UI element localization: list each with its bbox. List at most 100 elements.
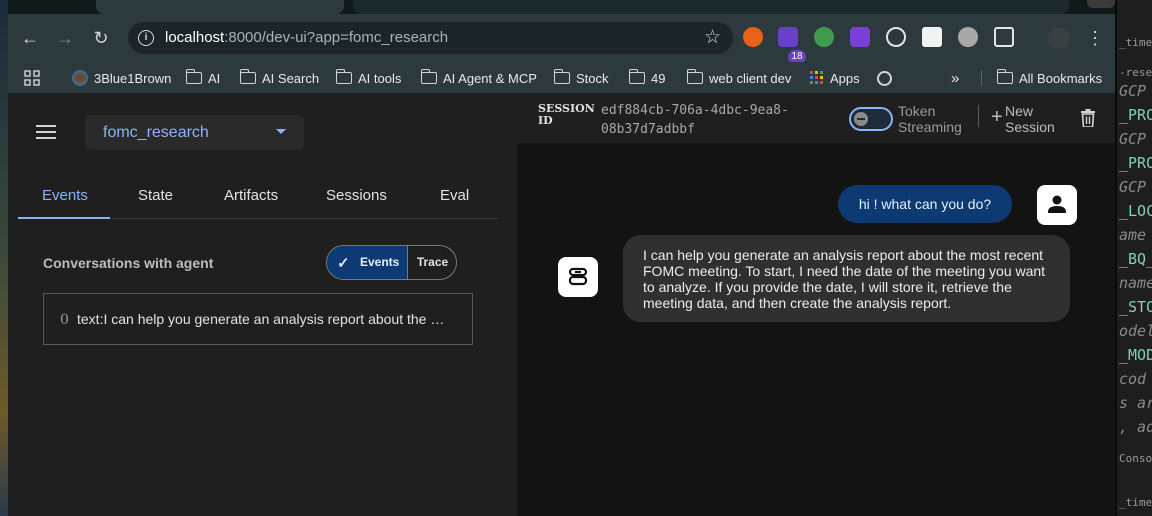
tab-events[interactable]: Events <box>42 187 88 204</box>
bookmark-folder-ai[interactable]: AI <box>185 68 221 88</box>
editor-code-line: GCP <box>1119 82 1147 100</box>
bookmark-label: Stock <box>576 70 609 86</box>
extensions-puzzle-icon[interactable] <box>994 27 1014 47</box>
bookmark-label: 3Blue1Brown <box>94 70 172 86</box>
globe-icon[interactable] <box>877 68 892 88</box>
tab-sessions[interactable]: Sessions <box>326 187 387 204</box>
robot-icon <box>568 267 588 286</box>
conversations-heading: Conversations with agent <box>43 255 214 271</box>
side-panel: fomc_research Events State Artifacts Ses… <box>8 95 517 516</box>
react-devtools-icon[interactable] <box>886 27 906 47</box>
reload-icon[interactable]: ↻ <box>89 26 113 50</box>
bookmarks-overflow-button[interactable]: » <box>951 68 959 88</box>
editor-code-line: name <box>1119 274 1152 292</box>
extension-icon[interactable] <box>743 27 763 47</box>
events-toggle-button[interactable]: ✓ Events <box>327 246 407 279</box>
desktop-wallpaper <box>0 0 8 516</box>
editor-code-line: _MOD <box>1119 346 1152 364</box>
folder-icon <box>420 69 437 84</box>
tab-groups-icon[interactable] <box>24 68 40 88</box>
forward-icon[interactable]: → <box>53 26 77 50</box>
bookmark-folder-ai-agent-mcp[interactable]: AI Agent & MCP <box>420 68 537 88</box>
editor-code-line: _LOC <box>1119 202 1152 220</box>
delete-icon[interactable] <box>1080 109 1096 127</box>
bookmarks-bar: 3Blue1Brown AI AI Search AI tools AI Age… <box>8 62 1115 94</box>
bookmark-star-icon[interactable]: ☆ <box>704 26 721 49</box>
header-divider <box>978 105 979 127</box>
all-bookmarks-folder[interactable]: All Bookmarks <box>996 68 1102 88</box>
folder-icon <box>335 69 352 84</box>
editor-code-line: -resea <box>1119 66 1152 79</box>
extension-icon[interactable] <box>778 27 798 47</box>
toggle-knob <box>854 112 868 126</box>
site-info-icon[interactable]: i <box>138 30 154 46</box>
browser-menu-icon[interactable]: ⋮ <box>1083 26 1107 50</box>
editor-code-line: s ar <box>1119 394 1152 412</box>
editor-code-line: , ad <box>1119 418 1152 436</box>
window-control[interactable] <box>1087 0 1115 8</box>
tab-state[interactable]: State <box>138 187 173 204</box>
extension-icon[interactable] <box>958 27 978 47</box>
check-icon: ✓ <box>337 255 350 272</box>
bookmarks-divider <box>981 70 982 86</box>
events-toggle-label: Events <box>360 255 400 269</box>
bookmark-label: 49 <box>651 70 666 86</box>
browser-tab[interactable] <box>353 0 1069 14</box>
bookmark-apps[interactable]: Apps <box>810 68 860 88</box>
editor-code-line: _time <box>1119 496 1152 509</box>
menu-icon[interactable] <box>36 125 56 139</box>
bookmark-folder-ai-tools[interactable]: AI tools <box>335 68 402 88</box>
profile-avatar[interactable] <box>1048 27 1070 49</box>
extension-icon[interactable] <box>922 27 942 47</box>
token-streaming-label: Token Streaming <box>898 103 962 135</box>
bookmark-folder-stock[interactable]: Stock <box>553 68 609 88</box>
url-text[interactable]: localhost:8000/dev-ui?app=fomc_research <box>165 29 448 46</box>
bookmark-folder-49[interactable]: 49 <box>628 68 666 88</box>
browser-tab-active[interactable] <box>96 0 344 14</box>
bookmark-label: web client dev <box>709 70 792 86</box>
bookmark-label: AI tools <box>358 70 402 86</box>
extension-icon[interactable] <box>850 27 870 47</box>
editor-code-line: _times <box>1119 36 1152 49</box>
app-select-value: fomc_research <box>103 124 209 141</box>
folder-icon <box>185 69 202 84</box>
editor-code-line: ame <box>1119 226 1147 244</box>
bookmark-folder-ai-search[interactable]: AI Search <box>239 68 320 88</box>
token-streaming-toggle[interactable] <box>849 107 893 131</box>
side-panel-tabs: Events State Artifacts Sessions Eval <box>18 175 498 219</box>
editor-code-line: cod <box>1119 370 1147 388</box>
bookmark-label: Apps <box>830 70 860 86</box>
tab-strip <box>8 0 1115 14</box>
tab-eval[interactable]: Eval <box>440 187 469 204</box>
session-id-value: edf884cb-706a-4dbc-9ea8-08b37d7adbbf <box>601 103 789 137</box>
bookmark-label: AI <box>208 70 221 86</box>
back-icon[interactable]: ← <box>18 26 42 50</box>
trace-toggle-button[interactable]: Trace <box>407 246 456 279</box>
extension-icon[interactable] <box>814 27 834 47</box>
url-host: localhost <box>165 29 225 46</box>
event-index: 0 <box>60 312 69 328</box>
bot-avatar <box>558 257 598 297</box>
event-text: text:I can help you generate an analysis… <box>77 311 452 327</box>
folder-icon <box>686 69 703 84</box>
bookmark-label: AI Search <box>262 70 320 86</box>
tab-artifacts[interactable]: Artifacts <box>224 187 278 204</box>
browser-window: ← → ↻ i localhost:8000/dev-ui?app=fomc_r… <box>8 0 1115 516</box>
bookmark-3blue1brown[interactable]: 3Blue1Brown <box>72 68 171 88</box>
chevron-down-icon <box>276 129 286 134</box>
active-tab-indicator <box>18 217 110 219</box>
editor-code-line: odel <box>1119 322 1152 340</box>
event-list-item[interactable]: 0 text:I can help you generate an analys… <box>43 293 473 345</box>
editor-code-line: _STO <box>1119 298 1152 316</box>
address-bar[interactable]: i localhost:8000/dev-ui?app=fomc_researc… <box>128 22 733 54</box>
editor-code-line: GCP <box>1119 130 1147 148</box>
editor-code-line: GCP <box>1119 178 1147 196</box>
folder-icon <box>628 69 645 84</box>
folder-icon <box>996 69 1013 84</box>
bookmark-folder-web-client-dev[interactable]: web client dev <box>686 68 792 88</box>
app-select-dropdown[interactable]: fomc_research <box>85 115 304 150</box>
editor-code-line: _PRO <box>1119 154 1152 172</box>
code-editor-window: _times -resea GCP _PRO GCP _PRO GCP _LOCame _BQ_… <box>1115 0 1152 516</box>
bookmark-label: AI Agent & MCP <box>443 70 537 86</box>
apps-grid-icon <box>810 71 823 84</box>
